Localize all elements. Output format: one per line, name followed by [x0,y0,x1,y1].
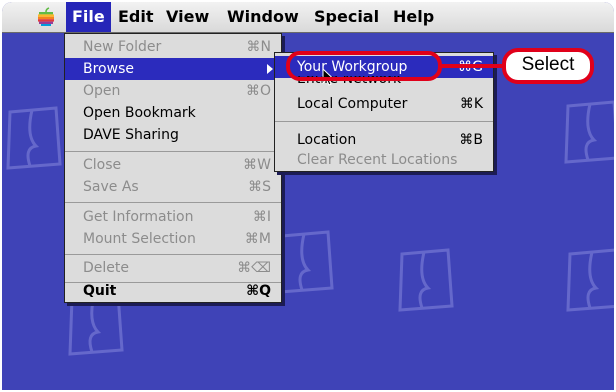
menu-item-label: New Folder [83,39,162,55]
menu-item-open[interactable]: Open ⌘O [65,80,281,102]
menu-item-mount-selection[interactable]: Mount Selection ⌘M [65,228,281,250]
menu-item-shortcut: ⌘Q [246,283,271,299]
menu-bar: File Edit View Window Special Help [2,2,614,33]
menu-window[interactable]: Window [227,2,299,32]
menu-item-shortcut: ⌘S [248,179,271,195]
file-menu: New Folder ⌘N Browse Open ⌘O Open Bookma… [64,33,282,303]
menu-item-label: Delete [83,260,129,276]
wallpaper-face-icon [278,230,334,294]
menu-item-shortcut: ⌘I [252,209,271,225]
submenu-item-local-computer[interactable]: Local Computer ⌘K [275,93,493,115]
menu-help[interactable]: Help [393,2,434,32]
menu-item-shortcut: ⌘K [459,96,483,112]
menu-item-label: DAVE Sharing [83,127,179,143]
menu-item-shortcut: ⌘M [244,231,271,247]
highlight-ring [286,51,442,81]
menu-item-new-folder[interactable]: New Folder ⌘N [65,36,281,58]
menu-item-save-as[interactable]: Save As ⌘S [65,176,281,198]
menu-separator [65,202,281,203]
menu-item-dave-sharing[interactable]: DAVE Sharing [65,124,281,146]
menu-separator [65,151,281,152]
menu-item-shortcut: ⌘W [243,157,271,173]
menu-item-label: Open [83,83,121,99]
menu-item-shortcut: ⌘B [459,132,483,148]
menu-item-label: Save As [83,179,139,195]
callout-connector [442,64,504,68]
menu-item-shortcut: ⌘O [245,83,271,99]
apple-icon[interactable] [36,7,56,27]
select-callout: Select [502,48,594,84]
submenu-item-location[interactable]: Location ⌘B [275,129,493,151]
menu-view[interactable]: View [166,2,209,32]
menu-item-quit[interactable]: Quit ⌘Q [65,280,281,302]
menu-item-label: Local Computer [297,96,408,112]
menu-item-label: Browse [83,61,134,77]
menu-edit[interactable]: Edit [118,2,154,32]
menu-item-shortcut: ⌘⌫ [237,260,271,276]
menu-separator [275,121,493,122]
menu-item-label: Location [297,132,357,148]
menu-file[interactable]: File [66,2,111,32]
menu-item-shortcut: ⌘N [246,39,271,55]
menu-item-browse[interactable]: Browse [65,58,281,80]
menu-item-label: Close [83,157,122,173]
menu-item-delete[interactable]: Delete ⌘⌫ [65,257,281,279]
menu-item-close[interactable]: Close ⌘W [65,154,281,176]
wallpaper-face-icon [566,248,614,312]
submenu-item-clear-recent-locations[interactable]: Clear Recent Locations [275,149,493,171]
submenu-arrow-icon [267,64,273,74]
menu-item-get-information[interactable]: Get Information ⌘I [65,206,281,228]
menu-item-label: Get Information [83,209,194,225]
wallpaper-face-icon [564,100,614,164]
wallpaper-face-icon [6,106,62,170]
menu-item-label: Mount Selection [83,231,196,247]
menu-special[interactable]: Special [314,2,379,32]
wallpaper-face-icon [398,248,454,312]
menu-item-open-bookmark[interactable]: Open Bookmark [65,102,281,124]
menu-item-label: Open Bookmark [83,105,196,121]
menu-separator [65,254,281,255]
menu-item-label: Quit [83,283,117,299]
desktop: File Edit View Window Special Help New F… [2,2,614,390]
menu-item-label: Clear Recent Locations [297,152,458,168]
